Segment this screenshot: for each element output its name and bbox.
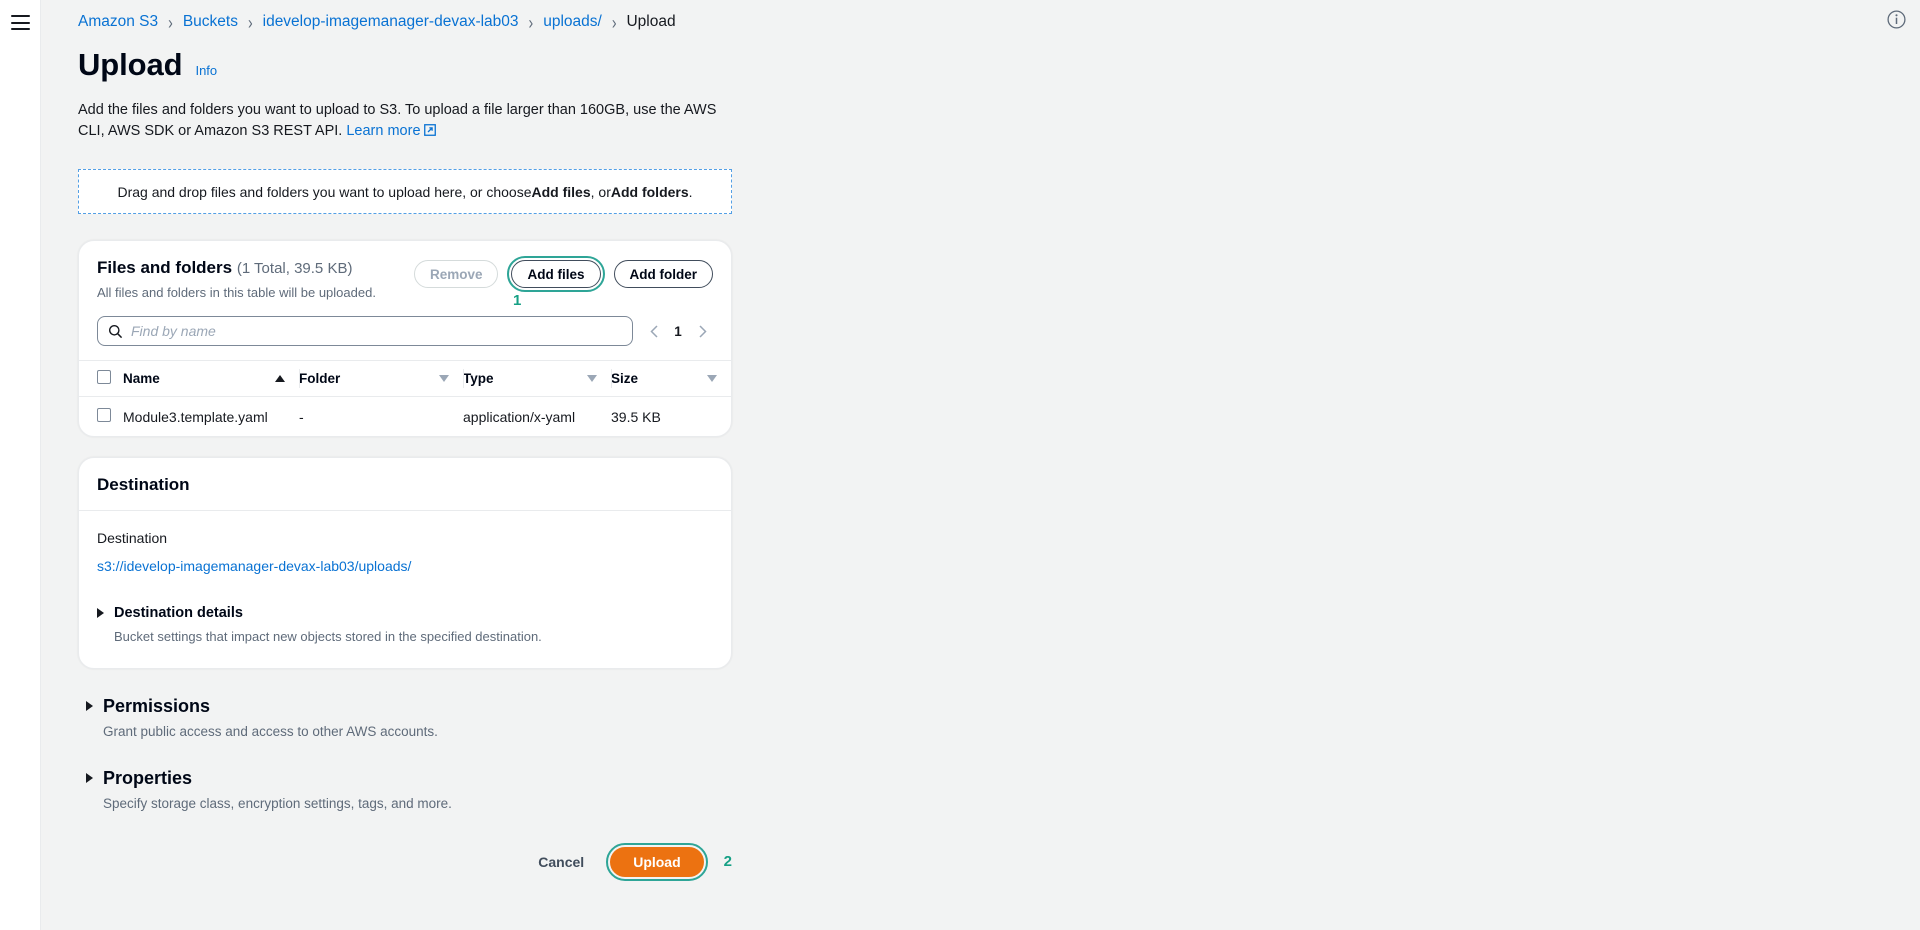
breadcrumb-item-buckets[interactable]: Buckets [183,12,238,32]
chevron-right-icon[interactable] [86,773,93,783]
page-description: Add the files and folders you want to up… [78,100,738,143]
breadcrumb-separator-icon: › [611,11,617,33]
column-header-size-label: Size [611,371,639,386]
destination-panel-header: Destination [79,458,731,511]
sort-icon [439,375,449,382]
left-nav-rail [0,0,41,930]
breadcrumb-item-upload: Upload [626,13,676,30]
column-header-type-label: Type [463,371,494,386]
destination-panel: Destination Destination s3://idevelop-im… [78,457,732,669]
chevron-right-icon[interactable] [691,320,713,342]
drag-and-drop-zone[interactable]: Drag and drop files and folders you want… [78,169,732,214]
destination-panel-body: Destination s3://idevelop-imagemanager-d… [79,511,731,668]
files-panel-title-text: Files and folders [97,258,233,277]
sort-icon [707,375,717,382]
column-header-folder[interactable]: Folder [299,360,463,397]
destination-details-expander[interactable]: Destination details Bucket settings that… [97,603,713,646]
add-files-button[interactable]: Add files [511,260,601,288]
files-panel-counter: (1 Total, 39.5 KB) [236,260,353,277]
breadcrumb-separator-icon: › [247,11,253,33]
external-link-icon [423,122,436,143]
learn-more-link[interactable]: Learn more [346,123,420,139]
files-and-folders-panel: Files and folders (1 Total, 39.5 KB) All… [78,240,732,437]
destination-details-title[interactable]: Destination details [114,603,542,623]
right-rail [1872,0,1920,930]
row-folder-cell: - [299,408,304,425]
search-box[interactable] [97,316,633,346]
column-header-folder-label: Folder [299,371,341,386]
info-circle-icon[interactable] [1886,10,1906,930]
column-header-size[interactable]: Size [611,360,731,397]
dropzone-add-files-emphasis: Add files [531,183,591,200]
page-title-row: Upload Info [78,47,1920,83]
breadcrumb-item-uploads[interactable]: uploads/ [543,12,602,32]
search-icon [108,324,123,339]
search-input[interactable] [131,323,622,339]
column-header-name[interactable]: Name [123,360,299,397]
chevron-right-icon[interactable] [97,608,104,618]
column-header-name-label: Name [123,371,160,386]
remove-button[interactable]: Remove [413,260,499,288]
column-header-type[interactable]: Type [463,360,611,397]
breadcrumb-separator-icon: › [528,11,534,33]
annotation-badge-1: 1 [512,292,522,309]
row-select-cell [79,397,123,437]
s3-upload-page: Amazon S3 › Buckets › idevelop-imagemana… [0,0,1920,930]
permissions-title[interactable]: Permissions [103,695,438,717]
files-panel-title: Files and folders (1 Total, 39.5 KB) [97,257,376,279]
files-panel-subtitle: All files and folders in this table will… [97,285,376,300]
pagination-page-1[interactable]: 1 [668,320,688,342]
row-type-cell: application/x-yaml [463,408,576,425]
select-all-header [79,360,123,397]
upload-focus-ring: Upload [606,843,708,881]
cancel-button[interactable]: Cancel [532,854,590,870]
select-all-checkbox[interactable] [97,370,111,384]
upload-button[interactable]: Upload [610,847,704,877]
table-row[interactable]: Module3.template.yaml - application/x-ya… [79,397,731,437]
chevron-left-icon[interactable] [643,320,665,342]
main-content: Amazon S3 › Buckets › idevelop-imagemana… [41,0,1920,930]
sort-icon [587,375,597,382]
breadcrumb-separator-icon: › [168,11,173,33]
row-size-cell: 39.5 KB [611,408,661,425]
dropzone-add-folders-emphasis: Add folders [610,183,689,200]
files-panel-actions: Remove Add files Add folder 1 [413,256,713,309]
page-title: Upload [78,47,183,82]
add-files-focus-ring: Add files [507,256,605,292]
files-table-head: Name Folder Type Size [79,360,731,397]
info-link[interactable]: Info [195,63,217,78]
dropzone-text-before: Drag and drop files and folders you want… [117,183,532,200]
properties-title[interactable]: Properties [103,767,452,789]
properties-section[interactable]: Properties Specify storage class, encryp… [78,767,732,813]
dropzone-text-after: . [688,183,693,200]
files-panel-header: Files and folders (1 Total, 39.5 KB) All… [79,241,731,316]
files-table-body: Module3.template.yaml - application/x-ya… [79,397,731,437]
destination-panel-title: Destination [97,475,190,494]
breadcrumb: Amazon S3 › Buckets › idevelop-imagemana… [78,0,1920,33]
dropzone-text-middle: , or [590,183,611,200]
row-checkbox[interactable] [97,408,111,422]
hamburger-menu-icon[interactable] [10,15,30,30]
permissions-section[interactable]: Permissions Grant public access and acce… [78,695,732,741]
add-folder-button[interactable]: Add folder [613,260,713,288]
destination-uri-link[interactable]: s3://idevelop-imagemanager-devax-lab03/u… [97,558,411,574]
sort-ascending-icon [275,375,285,382]
breadcrumb-item-amazon-s3[interactable]: Amazon S3 [78,12,158,32]
properties-description: Specify storage class, encryption settin… [103,796,452,811]
permissions-description: Grant public access and access to other … [103,724,438,739]
footer-actions: Cancel Upload 2 [78,843,732,881]
destination-field-label: Destination [97,530,168,546]
files-table-header-row: Name Folder Type Size [79,360,731,397]
chevron-right-icon[interactable] [86,701,93,711]
files-table: Name Folder Type Size Module3.template.y… [79,360,731,436]
pagination: 1 [643,320,713,342]
annotation-badge-2: 2 [723,852,732,870]
breadcrumb-item-bucket[interactable]: idevelop-imagemanager-devax-lab03 [263,12,519,32]
row-name-cell: Module3.template.yaml [123,408,268,425]
files-filter-row: 1 [79,316,731,360]
destination-details-description: Bucket settings that impact new objects … [114,629,542,644]
